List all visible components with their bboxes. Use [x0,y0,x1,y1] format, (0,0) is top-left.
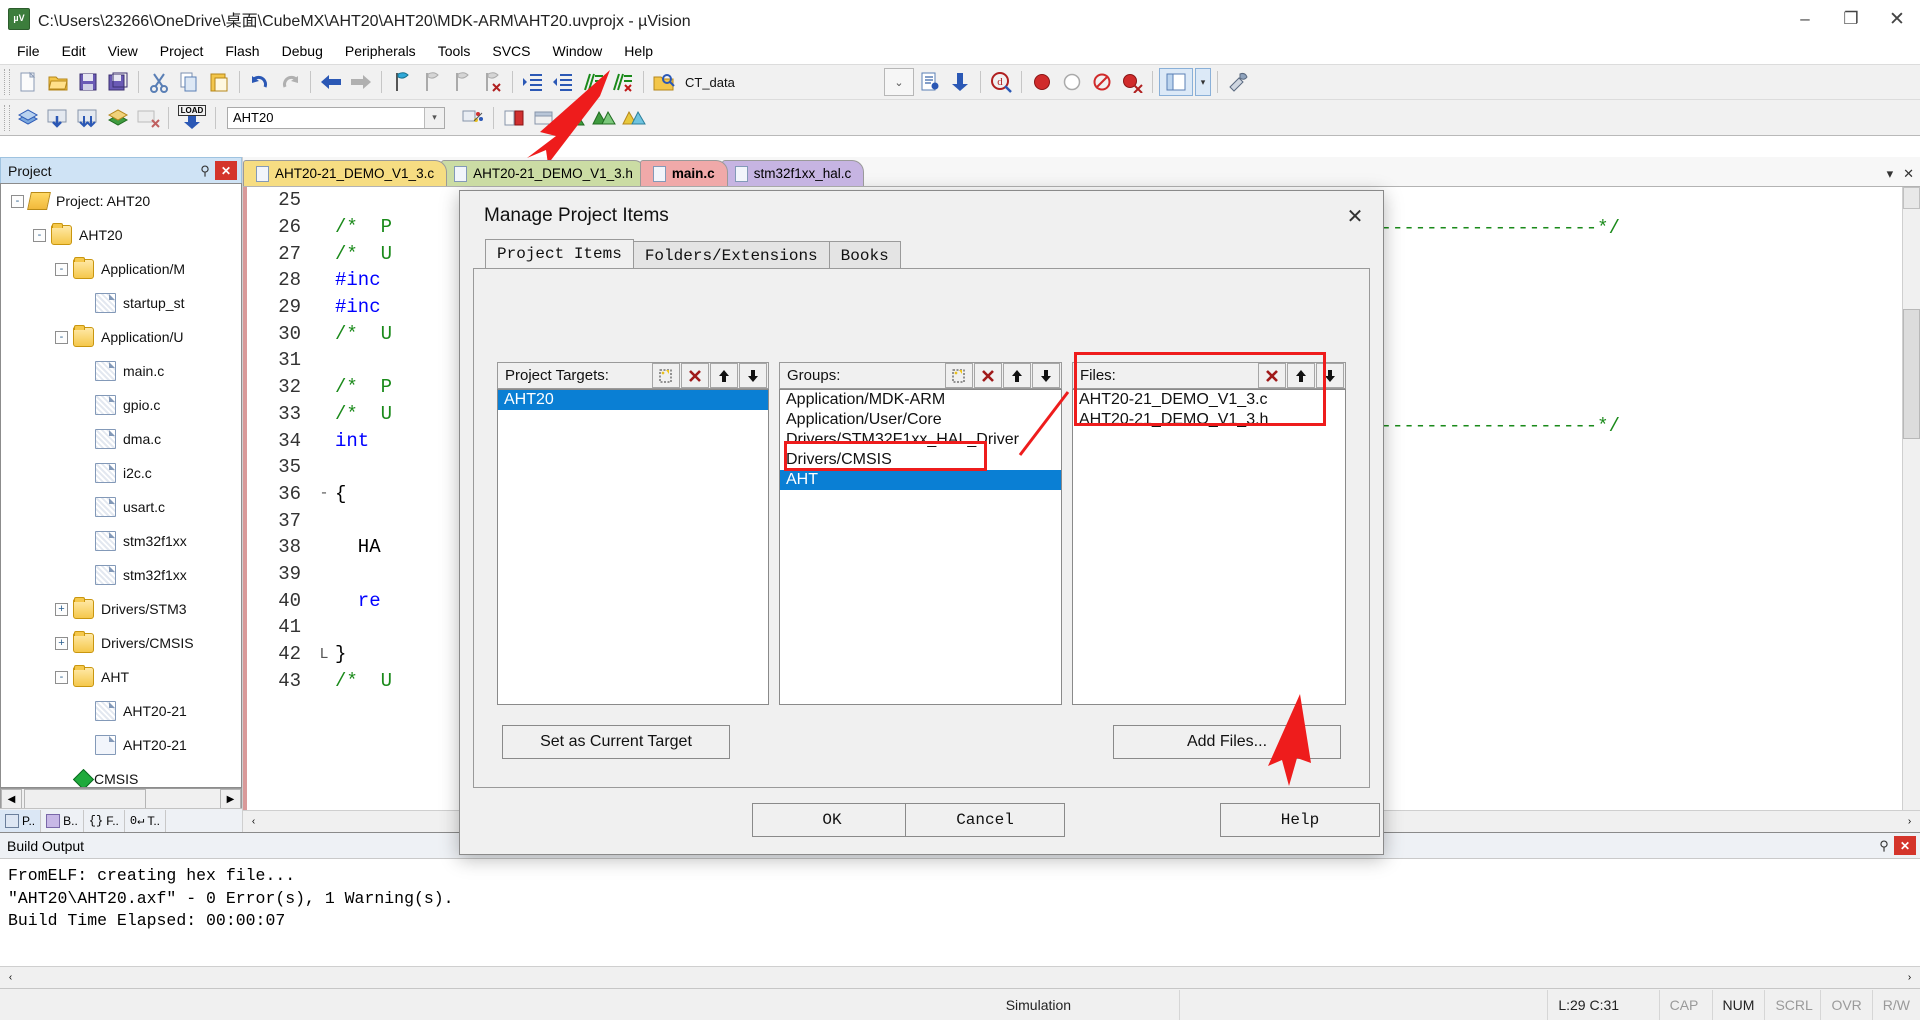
project-targets-list[interactable]: AHT20 [497,389,769,705]
manage-project-items-dialog: Manage Project Items ✕ Project Items Fol… [459,190,1384,855]
dialog-columns: Project Targets: AHT20 Groups: Applicati… [497,362,1346,705]
delete-icon[interactable] [681,363,709,388]
move-down-icon[interactable] [739,363,767,388]
tab-folders-extensions[interactable]: Folders/Extensions [632,241,830,269]
dialog-title: Manage Project Items [484,205,669,226]
editor-tab-label: stm32f1xx_hal.c [753,166,852,181]
set-as-current-target-button[interactable]: Set as Current Target [502,725,730,759]
list-item[interactable]: Drivers/STM32F1xx_HAL_Driver [780,430,1061,450]
delete-icon[interactable] [974,363,1002,388]
dialog-action-button-row: Set as Current Target Add Files... [497,725,1346,761]
files-column: Files: AHT20-21_DEMO_V1_3.c AHT20-21_DEMO… [1072,362,1346,705]
editor-tab-label: AHT20-21_DEMO_V1_3.h [473,166,633,181]
project-targets-label: Project Targets: [505,367,609,384]
files-header: Files: [1072,362,1346,389]
dialog-tab-row: Project Items Folders/Extensions Books [485,239,1370,269]
cancel-button[interactable]: Cancel [905,803,1065,837]
list-item[interactable]: AHT20-21_DEMO_V1_3.c [1073,390,1345,410]
editor-tab-label: main.c [671,166,715,181]
new-item-icon[interactable] [945,363,973,388]
tab-project-items[interactable]: Project Items [485,239,634,269]
help-button[interactable]: Help [1220,803,1380,837]
add-files-button[interactable]: Add Files... [1113,725,1341,759]
move-down-icon[interactable] [1032,363,1060,388]
file-icon [652,165,666,182]
editor-tab[interactable]: main.c [639,160,728,186]
editor-tab[interactable]: AHT20-21_DEMO_V1_3.c [243,160,448,186]
tab-books[interactable]: Books [828,241,901,269]
move-up-icon[interactable] [710,363,738,388]
editor-tab-label: AHT20-21_DEMO_V1_3.c [275,166,435,181]
dialog-tab-panel: Project Targets: AHT20 Groups: Applicati… [473,268,1370,788]
project-targets-header: Project Targets: [497,362,769,389]
editor-tab[interactable]: AHT20-21_DEMO_V1_3.h [441,160,646,186]
list-item[interactable]: AHT20-21_DEMO_V1_3.h [1073,410,1345,430]
file-icon [734,165,748,182]
list-item[interactable]: AHT [780,470,1061,490]
close-icon[interactable]: ✕ [1327,194,1383,238]
list-item[interactable]: Application/User/Core [780,410,1061,430]
list-item[interactable]: AHT20 [498,390,768,410]
file-icon [256,165,269,182]
move-up-icon[interactable] [1003,363,1031,388]
groups-list[interactable]: Application/MDK-ARM Application/User/Core… [779,389,1062,705]
dialog-title-bar: Manage Project Items ✕ [460,191,1383,241]
list-item[interactable]: Drivers/CMSIS [780,450,1061,470]
groups-header: Groups: [779,362,1062,389]
new-item-icon[interactable] [652,363,680,388]
ok-button[interactable]: OK [752,803,912,837]
project-targets-column: Project Targets: AHT20 [497,362,769,705]
groups-label: Groups: [787,367,841,384]
delete-icon[interactable] [1258,363,1286,388]
groups-column: Groups: Application/MDK-ARM Application/U… [779,362,1062,705]
move-up-icon[interactable] [1287,363,1315,388]
list-item[interactable]: Application/MDK-ARM [780,390,1061,410]
dialog-footer: OK Cancel Help [460,788,1383,854]
files-label: Files: [1080,367,1116,384]
move-down-icon[interactable] [1316,363,1344,388]
file-icon [454,165,468,182]
editor-tab[interactable]: stm32f1xx_hal.c [721,160,865,186]
dialog-overlay: Manage Project Items ✕ Project Items Fol… [0,0,1920,1020]
dialog-body: Project Items Folders/Extensions Books P… [473,239,1370,788]
files-list[interactable]: AHT20-21_DEMO_V1_3.c AHT20-21_DEMO_V1_3.h [1072,389,1346,705]
